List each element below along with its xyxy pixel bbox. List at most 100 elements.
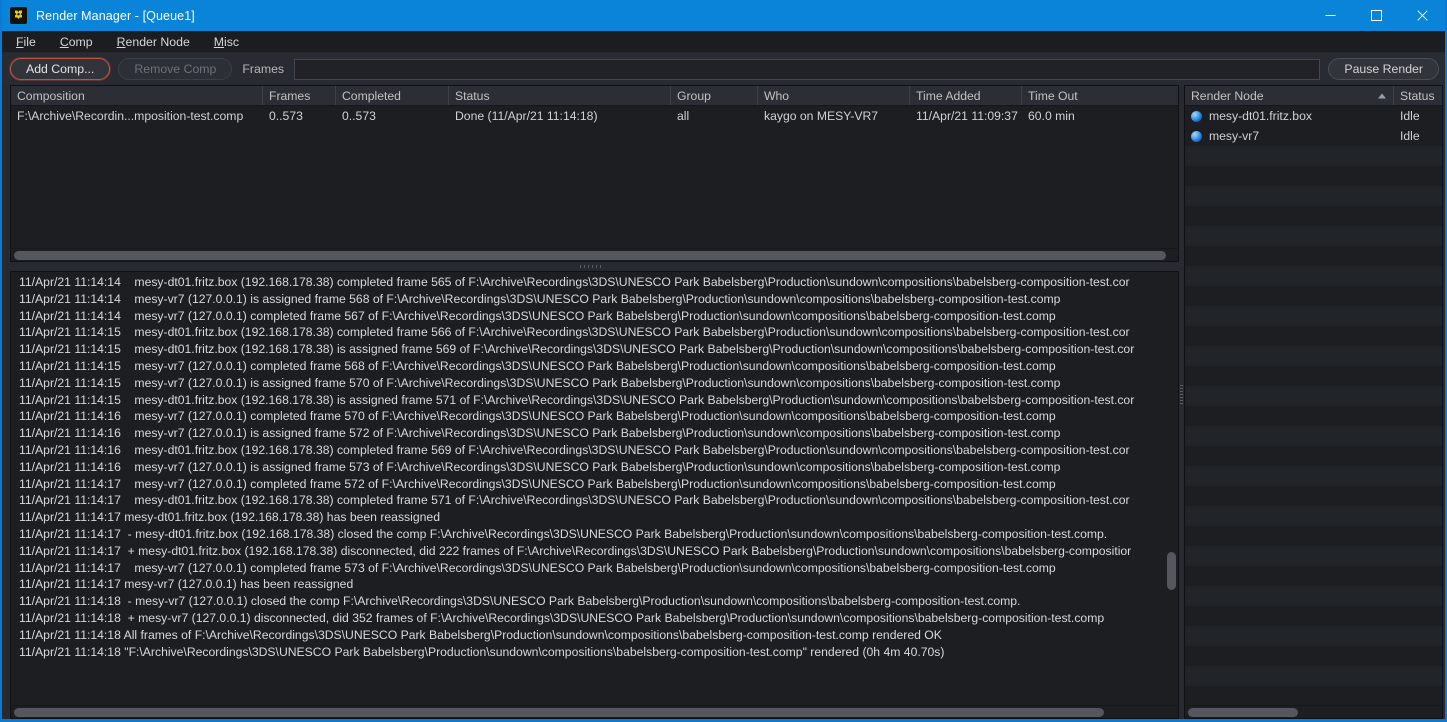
column-header-composition[interactable]: Composition (11, 86, 263, 105)
log-line: 11/Apr/21 11:14:17 mesy-dt01.fritz.box (… (19, 510, 440, 525)
splitter-grip (579, 265, 602, 268)
log-text-area[interactable]: 11/Apr/21 11:14:14 mesy-dt01.fritz.box (… (11, 272, 1165, 705)
table-row-empty (1185, 326, 1442, 346)
node-sphere-icon (1191, 130, 1202, 142)
table-row-empty (1185, 486, 1442, 506)
table-row-empty (1185, 646, 1442, 666)
column-header-render-node-label: Render Node (1191, 88, 1264, 103)
node-name-label: mesy-vr7 (1209, 129, 1260, 143)
cell-group: all (677, 109, 690, 123)
scrollbar-thumb[interactable] (14, 251, 1166, 260)
splitter-grip (1180, 385, 1183, 405)
maximize-button[interactable] (1353, 0, 1399, 31)
table-row-empty (1185, 446, 1442, 466)
composition-table-body: F:\Archive\Recordin...mposition-test.com… (11, 106, 1178, 248)
menu-render-node[interactable]: Render Node (117, 33, 201, 51)
column-header-frames[interactable]: Frames (263, 86, 336, 105)
table-row-empty (1185, 226, 1442, 246)
cell-who: kaygo on MESY-VR7 (764, 109, 879, 123)
cell-time-out: 60.0 min (1028, 109, 1075, 123)
window-controls (1307, 0, 1445, 31)
menu-misc[interactable]: Misc (214, 33, 250, 51)
toolbar: Add Comp... Remove Comp Frames Pause Ren… (2, 53, 1445, 85)
column-header-who[interactable]: Who (758, 86, 910, 105)
scrollbar-thumb[interactable] (14, 708, 1104, 717)
log-line: 11/Apr/21 11:14:15 mesy-dt01.fritz.box (… (19, 342, 1135, 357)
left-column: Composition Frames Completed Status Grou… (2, 85, 1179, 719)
close-button[interactable] (1399, 0, 1445, 31)
title-bar: Render Manager - [Queue1] (2, 0, 1445, 31)
right-column: Render Node Status mesy-dt01.fritz.box I… (1184, 85, 1445, 719)
frames-label: Frames (242, 62, 285, 76)
log-line: 11/Apr/21 11:14:15 mesy-vr7 (127.0.0.1) … (19, 358, 1056, 373)
remove-comp-button: Remove Comp (118, 58, 233, 80)
table-row[interactable]: mesy-dt01.fritz.box Idle (1185, 106, 1442, 126)
log-line: 11/Apr/21 11:14:15 mesy-dt01.fritz.box (… (19, 392, 1135, 407)
log-row: 11/Apr/21 11:14:14 mesy-dt01.fritz.box (… (11, 272, 1178, 705)
log-line: 11/Apr/21 11:14:16 mesy-dt01.fritz.box (… (19, 442, 1130, 457)
column-header-group[interactable]: Group (671, 86, 758, 105)
table-row-empty (1185, 586, 1442, 606)
table-row-empty (1185, 246, 1442, 266)
table-row-empty (1185, 506, 1442, 526)
table-row[interactable]: mesy-vr7 Idle (1185, 126, 1442, 146)
column-header-render-node[interactable]: Render Node (1185, 86, 1394, 105)
cell-completed: 0..573 (342, 109, 376, 123)
frames-input[interactable] (294, 58, 1321, 80)
log-line: 11/Apr/21 11:14:18 + mesy-vr7 (127.0.0.1… (19, 610, 1105, 625)
log-line: 11/Apr/21 11:14:16 mesy-vr7 (127.0.0.1) … (19, 459, 1061, 474)
log-line: 11/Apr/21 11:14:17 mesy-vr7 (127.0.0.1) … (19, 476, 1056, 491)
log-line: 11/Apr/21 11:14:17 + mesy-dt01.fritz.box… (19, 543, 1132, 558)
table-row-empty (1185, 406, 1442, 426)
column-header-time-out[interactable]: Time Out (1022, 86, 1162, 105)
cell-node-status: Idle (1400, 109, 1420, 123)
node-name-label: mesy-dt01.fritz.box (1209, 109, 1312, 123)
node-sphere-icon (1191, 110, 1202, 122)
table-row-empty (1185, 626, 1442, 646)
scrollbar-thumb[interactable] (1167, 552, 1176, 590)
log-line: 11/Apr/21 11:14:17 mesy-vr7 (127.0.0.1) … (19, 560, 1056, 575)
menu-comp[interactable]: Comp (60, 33, 104, 51)
cell-status: Done (11/Apr/21 11:14:18) (455, 109, 598, 123)
cell-frames: 0..573 (269, 109, 303, 123)
composition-table-hscrollbar[interactable] (11, 248, 1178, 261)
app-icon (10, 7, 27, 24)
column-header-status[interactable]: Status (1394, 86, 1442, 105)
log-line: 11/Apr/21 11:14:17 - mesy-dt01.fritz.box… (19, 526, 1108, 541)
log-line: 11/Apr/21 11:14:14 mesy-vr7 (127.0.0.1) … (19, 291, 1061, 306)
table-row-empty (1185, 206, 1442, 226)
log-line: 11/Apr/21 11:14:14 mesy-vr7 (127.0.0.1) … (19, 308, 1056, 323)
menu-file[interactable]: FFileile (16, 33, 47, 51)
render-node-table-header: Render Node Status (1185, 86, 1442, 106)
table-row-empty (1185, 346, 1442, 366)
column-header-completed[interactable]: Completed (336, 86, 449, 105)
log-panel: 11/Apr/21 11:14:14 mesy-dt01.fritz.box (… (10, 271, 1179, 719)
render-node-hscrollbar[interactable] (1185, 705, 1442, 718)
table-row-empty (1185, 386, 1442, 406)
scrollbar-thumb[interactable] (1188, 708, 1298, 717)
log-line: 11/Apr/21 11:14:18 - mesy-vr7 (127.0.0.1… (19, 594, 1021, 609)
add-comp-button[interactable]: Add Comp... (10, 58, 111, 80)
horizontal-splitter[interactable] (2, 262, 1179, 271)
column-header-status[interactable]: Status (449, 86, 671, 105)
log-line: 11/Apr/21 11:14:18 "F:\Archive\Recording… (19, 644, 945, 659)
table-row-empty (1185, 566, 1442, 586)
render-node-table-body: mesy-dt01.fritz.box Idle mesy-vr7 Idle (1185, 106, 1442, 705)
main-body: Composition Frames Completed Status Grou… (2, 85, 1445, 719)
log-vscrollbar[interactable] (1165, 272, 1178, 705)
table-row-empty (1185, 306, 1442, 326)
cell-node-name: mesy-vr7 (1185, 129, 1394, 143)
table-row[interactable]: F:\Archive\Recordin...mposition-test.com… (11, 106, 1178, 126)
column-header-time-added[interactable]: Time Added (910, 86, 1022, 105)
log-line: 11/Apr/21 11:14:17 mesy-vr7 (127.0.0.1) … (19, 577, 354, 592)
table-row-empty (1185, 466, 1442, 486)
vertical-splitter[interactable] (1179, 85, 1184, 719)
cell-composition: F:\Archive\Recordin...mposition-test.com… (17, 109, 244, 123)
table-row-empty (1185, 186, 1442, 206)
table-row-empty (1185, 426, 1442, 446)
log-hscrollbar[interactable] (11, 705, 1178, 718)
pause-render-button[interactable]: Pause Render (1328, 58, 1439, 80)
log-line: 11/Apr/21 11:14:17 mesy-dt01.fritz.box (… (19, 493, 1130, 508)
minimize-button[interactable] (1307, 0, 1353, 31)
table-row-empty (1185, 146, 1442, 166)
